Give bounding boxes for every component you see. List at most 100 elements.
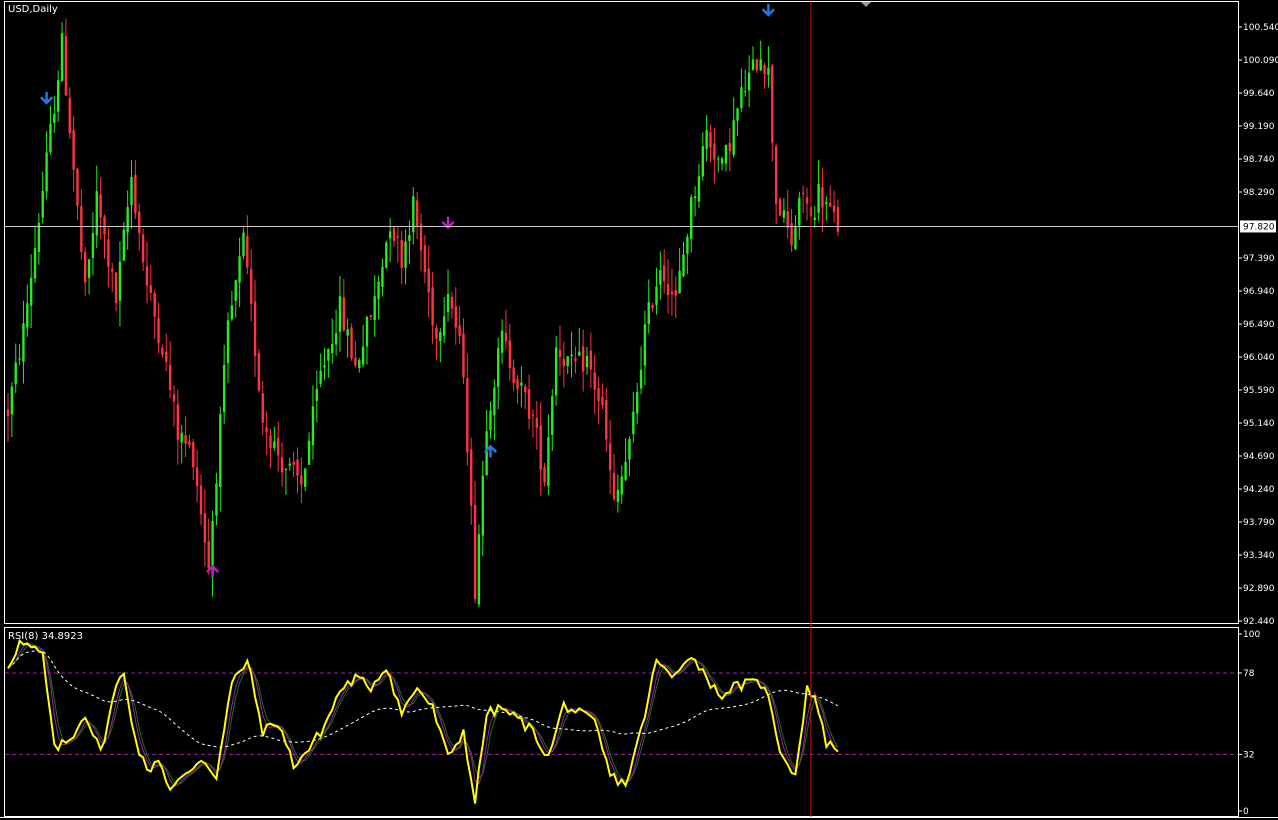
candle-body [554, 347, 558, 396]
candle-body [431, 287, 434, 326]
candle-body [736, 108, 739, 121]
candle-body [655, 286, 658, 306]
candle-body [126, 207, 129, 233]
candle-body [195, 467, 199, 487]
candle-body [157, 318, 160, 344]
price-axis-label: 100.540 [1243, 23, 1278, 33]
candle-body [207, 541, 210, 568]
candle-body [261, 393, 264, 423]
candle-body [682, 254, 685, 277]
price-axis-label: 92.890 [1243, 584, 1275, 594]
candle-body [805, 197, 809, 204]
candle-body [84, 252, 87, 283]
candle-body [354, 357, 357, 366]
price-axis-label: 98.740 [1243, 155, 1275, 165]
candle-body [415, 200, 419, 227]
candle-body [404, 241, 407, 268]
candle-body [481, 475, 484, 536]
price-axis-label: 95.140 [1243, 419, 1275, 429]
candle-body [165, 351, 168, 362]
candle-body [26, 303, 29, 328]
rsi-axis-label: 32 [1243, 750, 1254, 760]
candle-body [686, 236, 689, 254]
candle-body [635, 392, 639, 414]
candle-body [365, 316, 369, 347]
candle-body [504, 332, 508, 342]
candle-body [14, 362, 17, 385]
candle-body [597, 388, 600, 402]
candle-body [774, 146, 778, 204]
candle-body [578, 351, 581, 356]
price-axis-label: 98.290 [1243, 188, 1275, 198]
candle-body [581, 346, 585, 372]
candle-body [701, 146, 704, 177]
candle-body [666, 284, 670, 296]
candle-body [280, 457, 284, 473]
candle-body [153, 293, 156, 317]
candle-body [219, 414, 222, 488]
candle-body [566, 356, 569, 367]
rsi-axis-label: 78 [1243, 669, 1255, 679]
candle-body [454, 306, 457, 328]
candle-body [253, 301, 257, 356]
candle-body [33, 248, 37, 279]
candle-body [222, 364, 226, 412]
candle-body [111, 268, 114, 272]
candle-body [744, 91, 747, 93]
price-axis-label: 96.040 [1243, 353, 1275, 363]
price-axis-label: 99.190 [1243, 122, 1275, 132]
candle-body [558, 349, 562, 358]
candle-body [103, 216, 106, 235]
candle-body [304, 468, 307, 487]
candle-body [836, 207, 840, 232]
candle-body [242, 232, 245, 257]
candle-body [632, 411, 635, 435]
candle-body [439, 331, 442, 342]
candle-body [107, 239, 110, 267]
candle-body [327, 349, 330, 361]
price-axis-label: 93.790 [1243, 518, 1275, 528]
candle-body [755, 59, 759, 71]
candle-body [265, 427, 268, 432]
candle-body [76, 168, 79, 206]
candle-body [771, 65, 774, 143]
candle-body [489, 410, 492, 431]
candle-body [620, 476, 623, 495]
candle-body [60, 33, 64, 82]
candle-body [450, 296, 454, 309]
candle-body [674, 290, 677, 296]
candle-body [751, 59, 755, 70]
candle-body [257, 353, 261, 391]
candle-body [647, 302, 650, 324]
candle-body [149, 285, 153, 293]
trading-chart[interactable]: 100.540 100.090 99.640 99.190 98.740 98.290 97… [0, 0, 1278, 820]
candle-body [690, 197, 693, 240]
candle-body [817, 183, 820, 213]
candle-body [396, 236, 400, 238]
candle-body [462, 333, 465, 378]
candle-body [203, 513, 207, 543]
candle-body [99, 194, 102, 218]
candle-body [651, 304, 654, 309]
candle-body [18, 358, 21, 360]
candle-body [670, 291, 674, 295]
candle-body [188, 441, 191, 446]
candle-body [172, 394, 176, 402]
candle-body [720, 158, 724, 164]
candle-body [605, 399, 608, 440]
candle-body [315, 389, 318, 402]
candle-body [446, 293, 450, 312]
candle-body [524, 386, 527, 393]
candle-body [659, 270, 662, 285]
candle-body [608, 443, 612, 471]
candle-body [80, 206, 83, 253]
candle-body [6, 409, 10, 417]
candle-body [574, 358, 577, 362]
candle-body [585, 355, 589, 368]
price-axis-label: 93.340 [1243, 551, 1275, 561]
candle-body [392, 227, 396, 241]
candle-body [323, 365, 326, 368]
candle-body [798, 198, 801, 226]
rsi-axis-label: 100 [1243, 630, 1260, 640]
candle-body [300, 475, 303, 485]
